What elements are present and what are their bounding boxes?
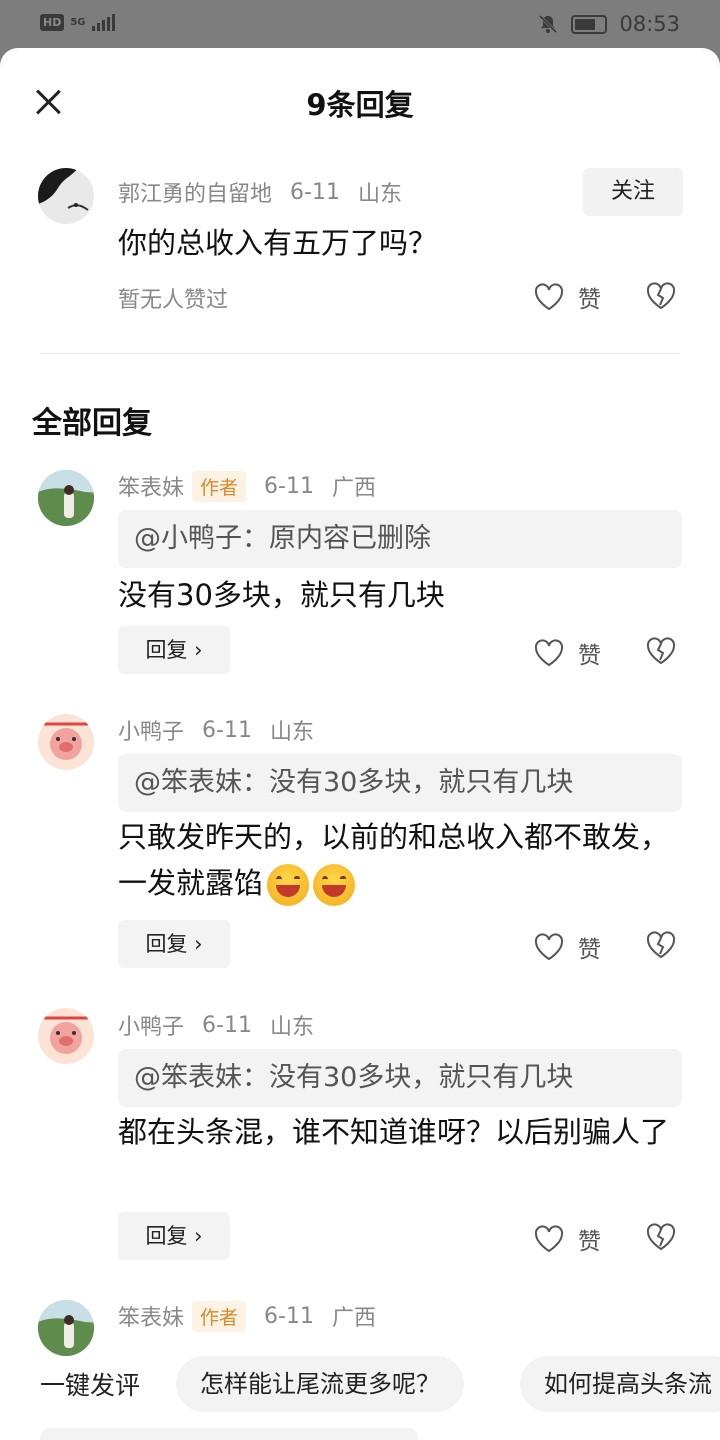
reply-date: 6-11: [202, 717, 252, 743]
reply-text: 只敢发昨天的，以前的和总收入都不敢发，一发就露馅: [118, 814, 670, 906]
comment-location: 山东: [357, 182, 402, 207]
quoted-text: @小鸭子：原内容已删除: [118, 510, 682, 568]
reply-location: 山东: [269, 720, 314, 745]
broken-heart-icon[interactable]: [646, 1223, 676, 1251]
network-indicator: 5G: [70, 16, 86, 28]
like-button[interactable]: 赞: [534, 636, 601, 670]
sheet-header: 9条回复: [0, 48, 720, 152]
avatar[interactable]: [38, 168, 94, 224]
like-button[interactable]: 赞: [534, 1222, 601, 1256]
reply-button[interactable]: 回复 ›: [118, 626, 230, 674]
reply-button[interactable]: 回复 ›: [118, 920, 230, 968]
quick-comment-label: 一键发评: [40, 1371, 141, 1400]
avatar[interactable]: [38, 714, 94, 770]
avatar[interactable]: [38, 1008, 94, 1064]
reply-button[interactable]: 回复 ›: [118, 1212, 230, 1260]
reply-text-content: 只敢发昨天的，以前的和总收入都不敢发，一发就露馅: [118, 820, 670, 900]
follow-button[interactable]: 关注: [583, 168, 683, 216]
quoted-text: @笨表妹：没有30多块，就只有几块: [118, 754, 682, 812]
clock: 08:53: [619, 12, 680, 36]
reply-location: 广西: [331, 476, 376, 501]
status-bar: HD 5G 08:53: [0, 0, 720, 48]
suggestion-chip[interactable]: 如何提高头条流: [520, 1356, 720, 1412]
reply-date: 6-11: [202, 1012, 252, 1038]
broken-heart-icon[interactable]: [646, 282, 676, 310]
like-label: 赞: [578, 643, 601, 669]
like-label: 赞: [578, 287, 601, 313]
signal-icon: [91, 13, 115, 31]
battery-icon: [571, 14, 608, 34]
heart-icon: [534, 283, 564, 311]
comment-date: 6-11: [290, 179, 340, 205]
heart-icon: [534, 639, 564, 667]
heart-icon: [534, 1225, 564, 1253]
comment-text: 你的总收入有五万了吗？: [118, 226, 438, 260]
comment-input[interactable]: [40, 1428, 418, 1440]
username[interactable]: 笨表妹: [118, 1300, 184, 1332]
username[interactable]: 小鸭子: [118, 714, 184, 746]
mute-bell-icon: [539, 14, 558, 34]
reply-date: 6-11: [264, 1303, 314, 1329]
quick-comment-bar: 一键发评 怎样能让尾流更多呢？ 如何提高头条流: [0, 1356, 720, 1440]
username[interactable]: 郭江勇的自留地: [118, 176, 272, 208]
section-title: 全部回复: [32, 406, 152, 441]
broken-heart-icon[interactable]: [646, 931, 676, 959]
divider: [40, 353, 680, 354]
reply-location: 山东: [269, 1015, 314, 1040]
like-button[interactable]: 赞: [534, 930, 601, 964]
no-likes-text: 暂无人赞过: [118, 288, 229, 313]
like-label: 赞: [578, 937, 601, 963]
avatar[interactable]: [38, 470, 94, 526]
like-label: 赞: [578, 1229, 601, 1255]
sheet-title: 9条回复: [306, 88, 414, 122]
quoted-text: @笨表妹：没有30多块，就只有几块: [118, 1049, 682, 1107]
broken-heart-icon[interactable]: [646, 637, 676, 665]
reply-location: 广西: [331, 1306, 376, 1331]
username[interactable]: 小鸭子: [118, 1009, 184, 1041]
username[interactable]: 笨表妹: [118, 470, 184, 502]
reply-date: 6-11: [264, 473, 314, 499]
reply-meta: 小鸭子 6-11 山东: [118, 1009, 314, 1041]
author-badge: 作者: [192, 1300, 247, 1332]
like-button[interactable]: 赞: [534, 280, 601, 314]
replies-sheet: 9条回复 郭江勇的自留地 6-11 山东 关注 你的总收入有五万了吗？ 暂无人赞…: [0, 48, 720, 1440]
author-badge: 作者: [192, 470, 247, 502]
grin-emoji-icon: [267, 864, 310, 906]
comment-meta: 郭江勇的自留地 6-11 山东: [118, 176, 402, 208]
grin-emoji-icon: [313, 864, 356, 906]
suggestion-chip[interactable]: 怎样能让尾流更多呢？: [176, 1356, 464, 1412]
avatar[interactable]: [38, 1300, 94, 1356]
reply-text: 没有30多块，就只有几块: [118, 578, 445, 612]
reply-meta: 小鸭子 6-11 山东: [118, 714, 314, 746]
hd-indicator: HD: [40, 14, 65, 31]
heart-icon: [534, 933, 564, 961]
reply-text: 都在头条混，谁不知道谁呀？以后别骗人了: [118, 1115, 670, 1149]
reply-meta: 笨表妹 作者 6-11 广西: [118, 470, 376, 502]
reply-meta: 笨表妹 作者 6-11 广西: [118, 1300, 376, 1332]
